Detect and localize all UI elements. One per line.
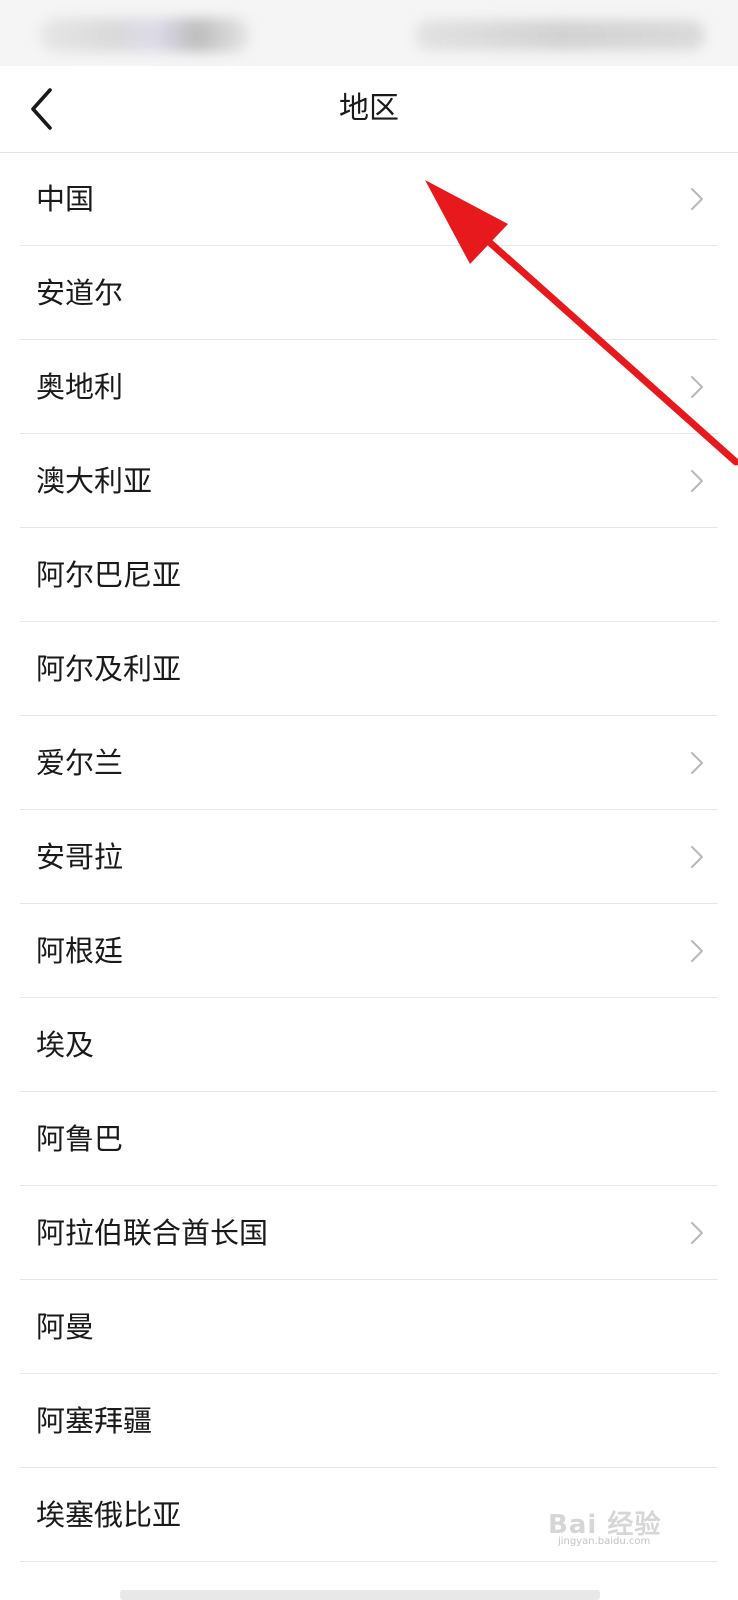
region-name: 奥地利 bbox=[36, 370, 124, 404]
chevron-right-icon bbox=[691, 1222, 703, 1244]
chevron-right-icon bbox=[691, 470, 703, 492]
region-list-item[interactable]: 奥地利 bbox=[0, 340, 738, 434]
region-list-item[interactable]: 安道尔 bbox=[0, 246, 738, 340]
region-name: 阿拉伯联合酋长国 bbox=[36, 1216, 269, 1250]
region-list-item[interactable]: 阿塞拜疆 bbox=[0, 1374, 738, 1468]
navigation-bar: 地区 bbox=[0, 66, 738, 153]
status-bar-left-blurred bbox=[40, 18, 250, 52]
chevron-right-icon bbox=[691, 376, 703, 398]
region-list-item[interactable]: 阿尔巴尼亚 bbox=[0, 528, 738, 622]
region-name: 阿尔巴尼亚 bbox=[36, 558, 182, 592]
page-title: 地区 bbox=[339, 91, 399, 126]
region-list-item[interactable]: 埃及 bbox=[0, 998, 738, 1092]
region-name: 阿根廷 bbox=[36, 934, 124, 968]
region-list-item[interactable]: 阿拉伯联合酋长国 bbox=[0, 1186, 738, 1280]
status-bar-right-blurred bbox=[415, 20, 705, 50]
region-name: 安哥拉 bbox=[36, 840, 124, 874]
region-list-item[interactable]: 埃塞俄比亚 bbox=[0, 1468, 738, 1562]
region-list-item[interactable]: 澳大利亚 bbox=[0, 434, 738, 528]
region-name: 安道尔 bbox=[36, 276, 124, 310]
region-list-item[interactable]: 爱尔兰 bbox=[0, 716, 738, 810]
status-bar bbox=[0, 0, 738, 66]
region-name: 爱尔兰 bbox=[36, 746, 124, 780]
chevron-right-icon bbox=[691, 752, 703, 774]
region-name: 阿尔及利亚 bbox=[36, 652, 182, 686]
region-list-item[interactable]: 阿鲁巴 bbox=[0, 1092, 738, 1186]
region-name: 埃塞俄比亚 bbox=[36, 1498, 182, 1532]
region-name: 中国 bbox=[36, 182, 95, 216]
region-list-item[interactable]: 阿根廷 bbox=[0, 904, 738, 998]
chevron-right-icon bbox=[691, 188, 703, 210]
region-list-item[interactable]: 中国 bbox=[0, 152, 738, 246]
region-name: 澳大利亚 bbox=[36, 464, 153, 498]
region-name: 阿鲁巴 bbox=[36, 1122, 124, 1156]
region-list: 中国安道尔奥地利澳大利亚阿尔巴尼亚阿尔及利亚爱尔兰安哥拉阿根廷埃及阿鲁巴阿拉伯联… bbox=[0, 152, 738, 1562]
region-list-item[interactable]: 安哥拉 bbox=[0, 810, 738, 904]
region-name: 阿塞拜疆 bbox=[36, 1404, 153, 1438]
chevron-right-icon bbox=[691, 846, 703, 868]
chevron-right-icon bbox=[691, 940, 703, 962]
region-name: 阿曼 bbox=[36, 1310, 95, 1344]
region-name: 埃及 bbox=[36, 1028, 95, 1062]
region-list-item[interactable]: 阿曼 bbox=[0, 1280, 738, 1374]
region-list-item[interactable]: 阿尔及利亚 bbox=[0, 622, 738, 716]
home-indicator bbox=[120, 1590, 600, 1600]
